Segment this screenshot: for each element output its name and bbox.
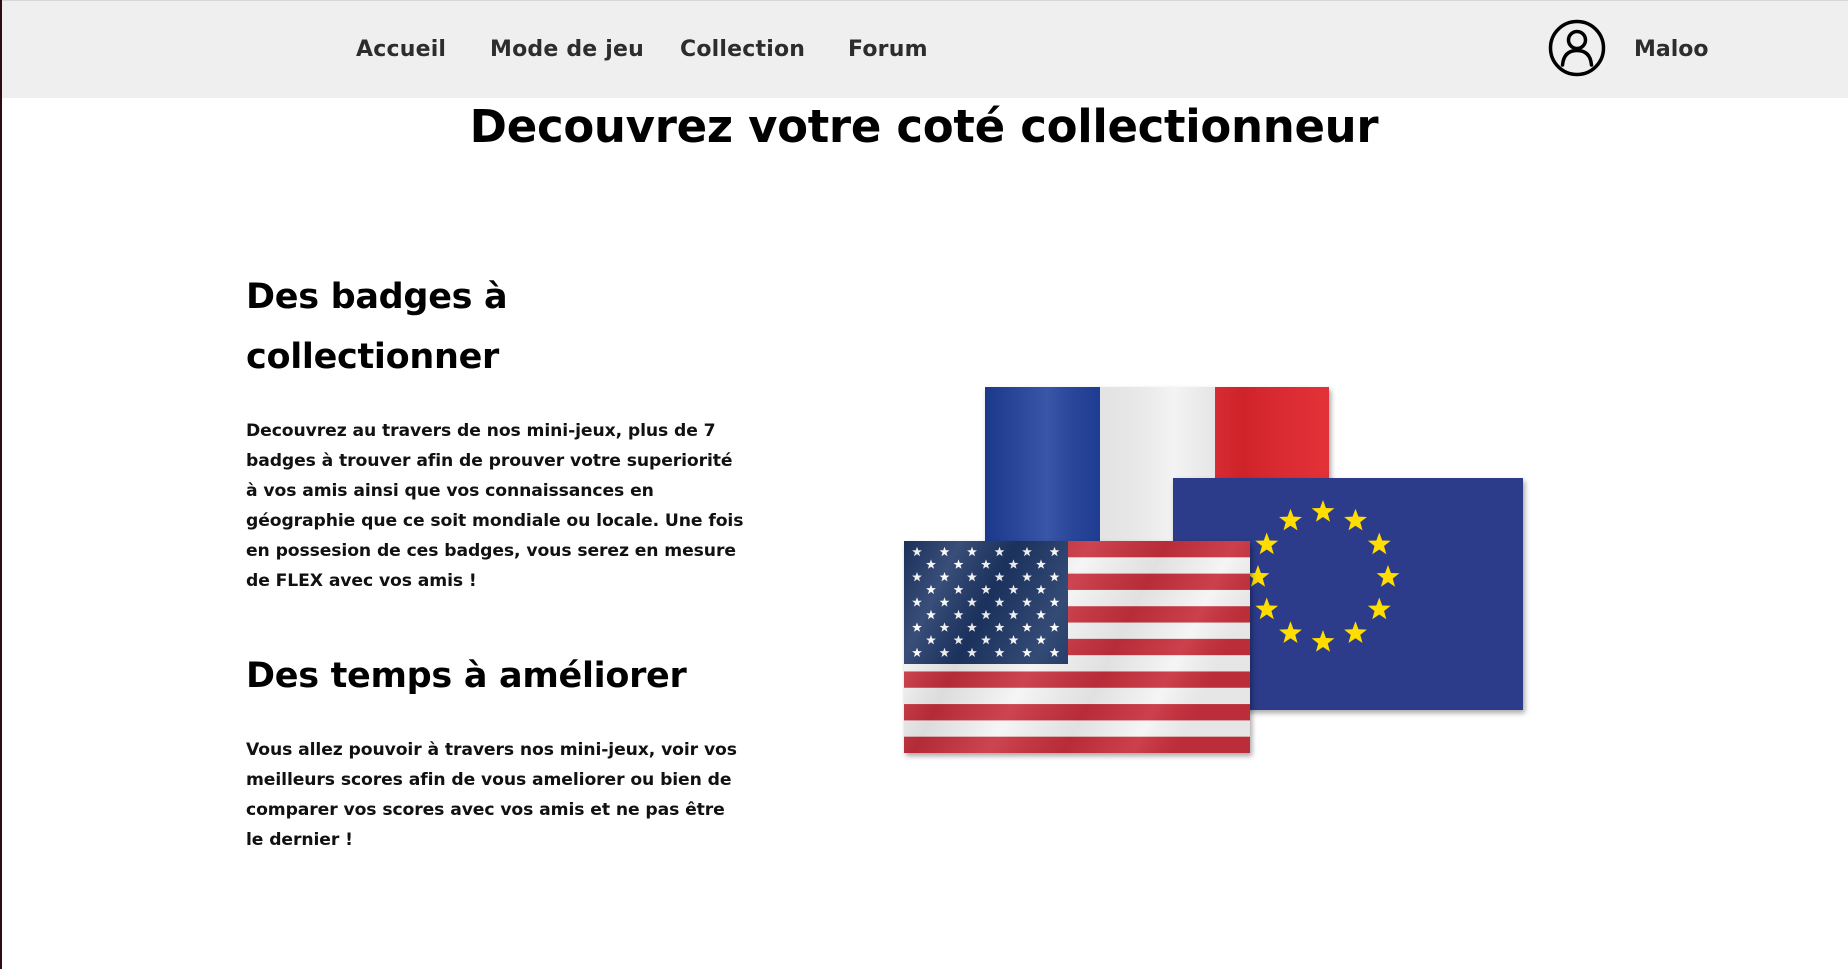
flags-illustration bbox=[900, 385, 1530, 770]
times-section-title: Des temps à améliorer bbox=[246, 656, 687, 696]
user-name[interactable]: Maloo bbox=[1634, 37, 1709, 62]
badges-section-text: Decouvrez au travers de nos mini-jeux, p… bbox=[246, 421, 744, 591]
nav-link-accueil[interactable]: Accueil bbox=[356, 37, 446, 62]
usa-flag bbox=[904, 541, 1250, 753]
nav-link-collection[interactable]: Collection bbox=[680, 37, 805, 62]
nav-link-forum[interactable]: Forum bbox=[848, 37, 928, 62]
badges-section-title: Des badges à collectionner bbox=[246, 277, 508, 377]
user-circle-icon[interactable] bbox=[1548, 19, 1606, 77]
times-section-text: Vous allez pouvoir à travers nos mini-je… bbox=[246, 740, 737, 850]
page-title: Decouvrez votre coté collectionneur bbox=[469, 100, 1379, 153]
top-navbar: Accueil Mode de jeu Collection Forum Mal… bbox=[2, 0, 1848, 98]
nav-link-mode-de-jeu[interactable]: Mode de jeu bbox=[490, 37, 644, 62]
